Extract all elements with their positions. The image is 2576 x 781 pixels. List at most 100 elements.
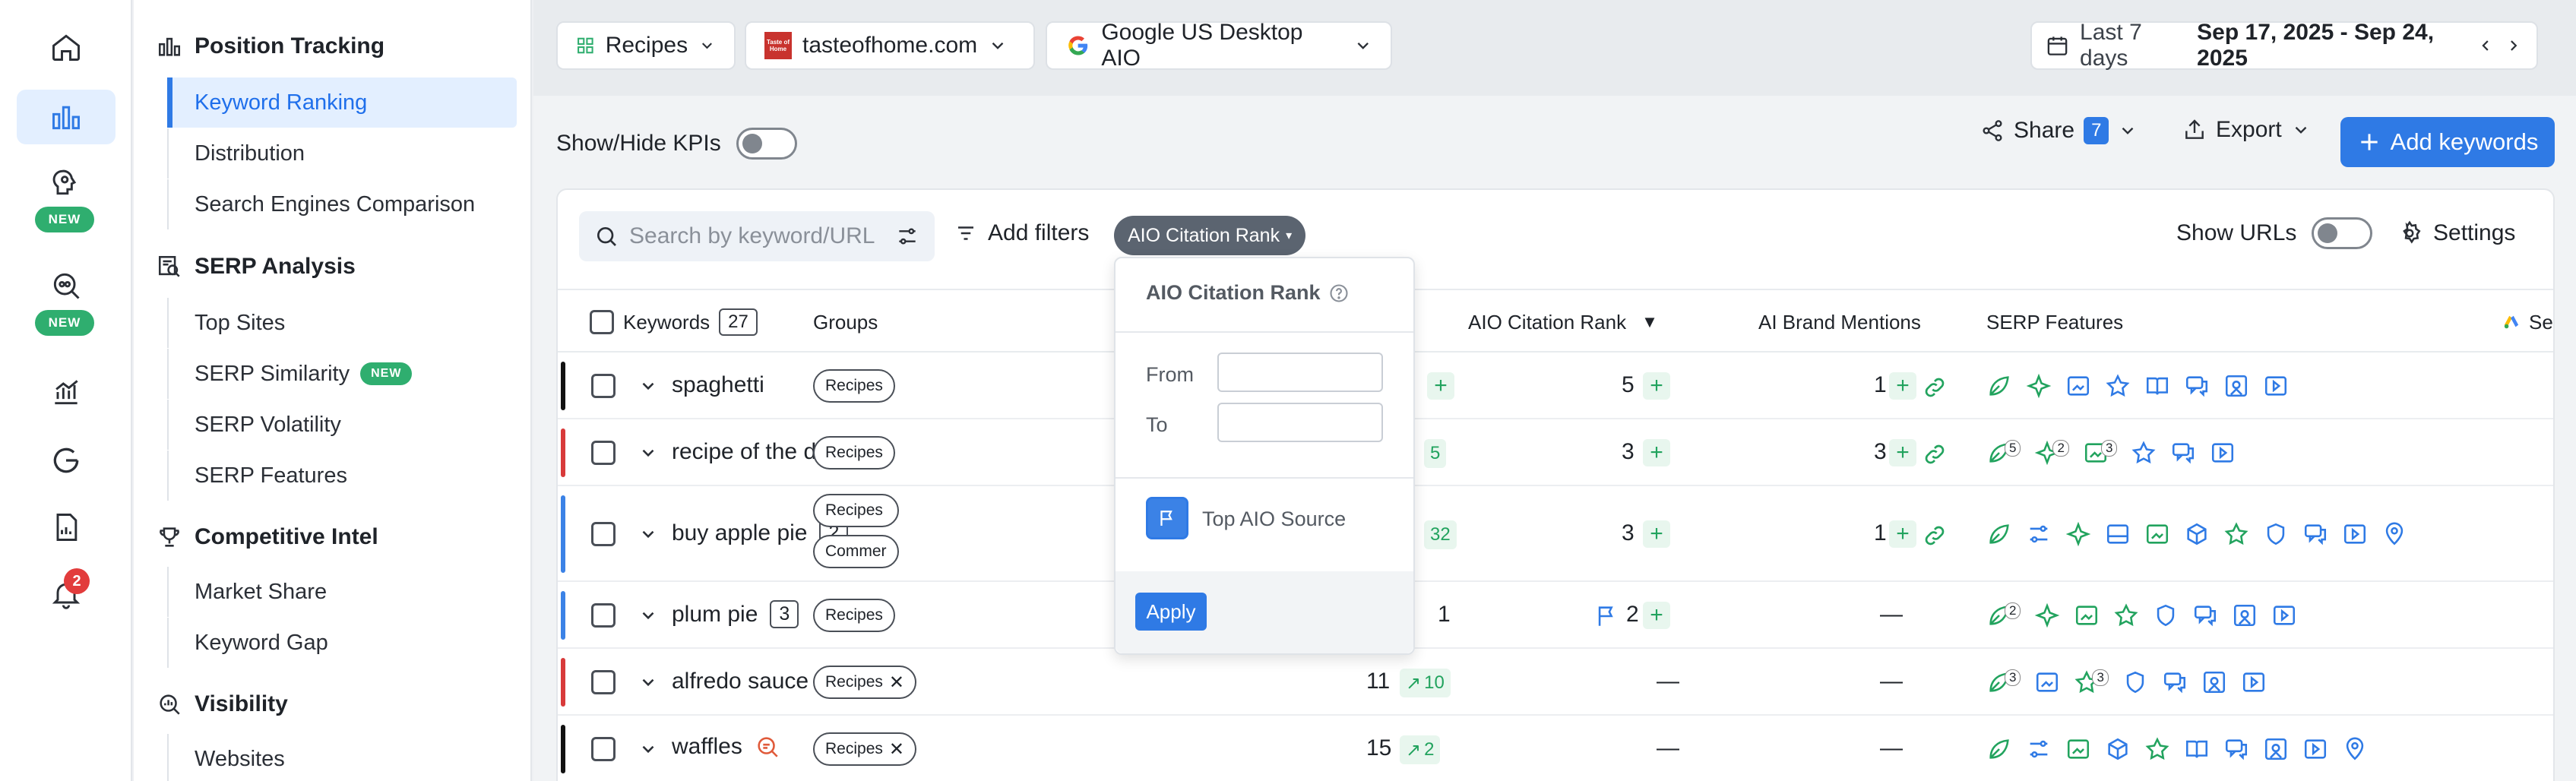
add-citation-icon[interactable]: + bbox=[1643, 372, 1670, 400]
aio-citation-rank-column-header[interactable]: AIO Citation Rank ▼ bbox=[1468, 290, 1658, 354]
sidebar-item-serp-features[interactable]: SERP Features bbox=[167, 451, 517, 501]
keyword-cell: waffles bbox=[672, 734, 780, 760]
table-row[interactable]: recipe of the day 7 Recipes 5 3 + 3 + 5 … bbox=[558, 419, 2553, 486]
share-button[interactable]: Share 7 bbox=[1980, 117, 2138, 144]
date-range-selector[interactable]: Last 7 days Sep 17, 2025 - Sep 24, 2025 bbox=[2030, 20, 2538, 71]
chevron-left-icon[interactable] bbox=[2476, 36, 2495, 55]
top-aio-source-label: Top AIO Source bbox=[1202, 507, 1347, 530]
add-citation-icon[interactable]: + bbox=[1427, 372, 1454, 400]
google-icon[interactable] bbox=[17, 438, 116, 483]
expand-chevron-icon[interactable] bbox=[638, 739, 658, 759]
show-urls-toggle[interactable] bbox=[2312, 217, 2373, 249]
add-mention-icon[interactable]: + bbox=[1889, 520, 1916, 548]
table-row[interactable]: buy apple pie 2 Recipes Commer 32 3 + 1 … bbox=[558, 486, 2553, 582]
table-row[interactable]: waffles Recipes ✕ 15 ↗ 2 — — bbox=[558, 716, 2553, 781]
from-input[interactable] bbox=[1217, 353, 1383, 392]
trophy-icon bbox=[160, 527, 179, 547]
table-row[interactable]: spaghetti Recipes + 5 + 1 + bbox=[558, 353, 2553, 419]
add-mention-icon[interactable]: + bbox=[1889, 372, 1916, 400]
keyword-url-count: 3 bbox=[770, 600, 799, 628]
table-row[interactable]: plum pie 3 Recipes 1 2 + — 2 bbox=[558, 582, 2553, 649]
export-button[interactable]: Export bbox=[2182, 117, 2311, 143]
add-citation-icon[interactable]: + bbox=[1643, 602, 1670, 629]
kpi-toggle[interactable] bbox=[736, 128, 797, 160]
remove-tag-icon[interactable]: ✕ bbox=[889, 738, 904, 760]
star-feature-icon bbox=[2106, 374, 2130, 397]
sidebar-item-search-engines-comparison[interactable]: Search Engines Comparison bbox=[167, 179, 517, 229]
expand-chevron-icon[interactable] bbox=[638, 672, 658, 692]
row-checkbox[interactable] bbox=[591, 670, 616, 694]
aio-citation-rank-filter-chip[interactable]: AIO Citation Rank ▾ bbox=[1114, 216, 1306, 255]
add-mention-icon[interactable]: + bbox=[1889, 439, 1916, 466]
ai-brand-mentions-column-header[interactable]: AI Brand Mentions bbox=[1758, 290, 1921, 354]
analytics-chart-icon[interactable] bbox=[17, 369, 116, 415]
apply-button[interactable]: Apply bbox=[1135, 593, 1207, 631]
discussions-icon bbox=[2173, 443, 2195, 464]
ai-tracker-icon[interactable] bbox=[17, 160, 116, 205]
sidebar-item-websites[interactable]: Websites bbox=[167, 734, 517, 781]
row-checkbox[interactable] bbox=[591, 522, 616, 546]
sliders-icon[interactable] bbox=[895, 224, 919, 248]
select-all-checkbox[interactable] bbox=[590, 310, 614, 334]
top-bar: Recipes Taste of Home tasteofhome.com Go… bbox=[533, 0, 2576, 96]
expand-chevron-icon[interactable] bbox=[638, 443, 658, 463]
visibility-search-icon bbox=[160, 694, 180, 715]
reports-icon[interactable] bbox=[17, 504, 116, 550]
sliders-feature-icon bbox=[2030, 740, 2048, 758]
domain-selector[interactable]: Taste of Home tasteofhome.com bbox=[745, 21, 1035, 70]
settings-button[interactable]: Settings bbox=[2397, 220, 2515, 246]
to-input[interactable] bbox=[1217, 403, 1383, 442]
expand-chevron-icon[interactable] bbox=[638, 606, 658, 625]
row-checkbox[interactable] bbox=[591, 737, 616, 761]
from-label: From bbox=[1146, 363, 1194, 386]
sidebar-item-market-share[interactable]: Market Share bbox=[167, 567, 517, 617]
row-checkbox[interactable] bbox=[591, 603, 616, 628]
project-selector[interactable]: Recipes bbox=[556, 21, 736, 70]
sidebar-item-keyword-ranking[interactable]: Keyword Ranking bbox=[167, 77, 517, 128]
discussions-icon bbox=[2163, 672, 2185, 694]
add-keywords-button[interactable]: Add keywords bbox=[2340, 117, 2555, 167]
keywords-column-header[interactable]: Keywords 27 bbox=[590, 290, 758, 354]
star-feature-icon bbox=[2145, 737, 2169, 760]
search-volume-column-header[interactable]: Searc bbox=[2503, 290, 2553, 354]
expand-chevron-icon[interactable] bbox=[638, 376, 658, 396]
sidebar-item-serp-similarity[interactable]: SERP Similarity NEW bbox=[167, 349, 517, 399]
grid-icon bbox=[578, 37, 593, 54]
link-icon[interactable] bbox=[1923, 375, 1947, 400]
position-tracking-icon[interactable] bbox=[17, 90, 116, 144]
row-checkbox[interactable] bbox=[591, 441, 616, 465]
home-icon[interactable] bbox=[17, 23, 116, 71]
chevron-right-icon[interactable] bbox=[2505, 36, 2523, 55]
expand-chevron-icon[interactable] bbox=[638, 524, 658, 544]
add-citation-icon[interactable]: + bbox=[1643, 520, 1670, 548]
leaf-feature-icon bbox=[1989, 524, 2009, 544]
remove-tag-icon[interactable]: ✕ bbox=[889, 672, 904, 694]
aio-rank-value: 2 bbox=[1626, 602, 1639, 627]
search-engine-selector[interactable]: Google US Desktop AIO bbox=[1046, 20, 1392, 71]
link-icon[interactable] bbox=[1923, 523, 1947, 548]
badge-feature-icon bbox=[2126, 671, 2144, 694]
sidebar-item-top-sites[interactable]: Top Sites bbox=[167, 298, 517, 348]
keywords-header-label: Keywords bbox=[623, 310, 710, 334]
book-feature-icon bbox=[2146, 377, 2169, 395]
sidebar-item-distribution[interactable]: Distribution bbox=[167, 128, 517, 179]
table-row[interactable]: alfredo sauce 3 Recipes✕ 11 ↗10 — — 3 3 bbox=[558, 649, 2553, 716]
show-urls-toggle-row: Show URLs bbox=[2176, 217, 2373, 249]
serp-features-column-header[interactable]: SERP Features bbox=[1986, 290, 2123, 354]
add-citation-icon[interactable]: + bbox=[1643, 439, 1670, 466]
chevron-down-icon bbox=[702, 43, 713, 49]
search-input[interactable]: Search by keyword/URL bbox=[579, 211, 935, 261]
link-icon[interactable] bbox=[1923, 442, 1947, 466]
serp-research-icon[interactable] bbox=[17, 263, 116, 308]
help-icon[interactable] bbox=[1328, 283, 1350, 304]
top-aio-source-toggle[interactable] bbox=[1146, 497, 1188, 539]
divider bbox=[1116, 331, 1413, 333]
row-checkbox[interactable] bbox=[591, 374, 616, 398]
sidebar-item-keyword-gap[interactable]: Keyword Gap bbox=[167, 618, 517, 668]
photo-feature-icon bbox=[2225, 375, 2248, 397]
add-filters-button[interactable]: Add filters bbox=[954, 220, 1089, 246]
groups-column-header[interactable]: Groups bbox=[813, 290, 878, 354]
sidebar-item-serp-volatility[interactable]: SERP Volatility bbox=[167, 400, 517, 450]
row-status-bar bbox=[561, 725, 565, 773]
keyword-text: spaghetti bbox=[672, 372, 764, 397]
